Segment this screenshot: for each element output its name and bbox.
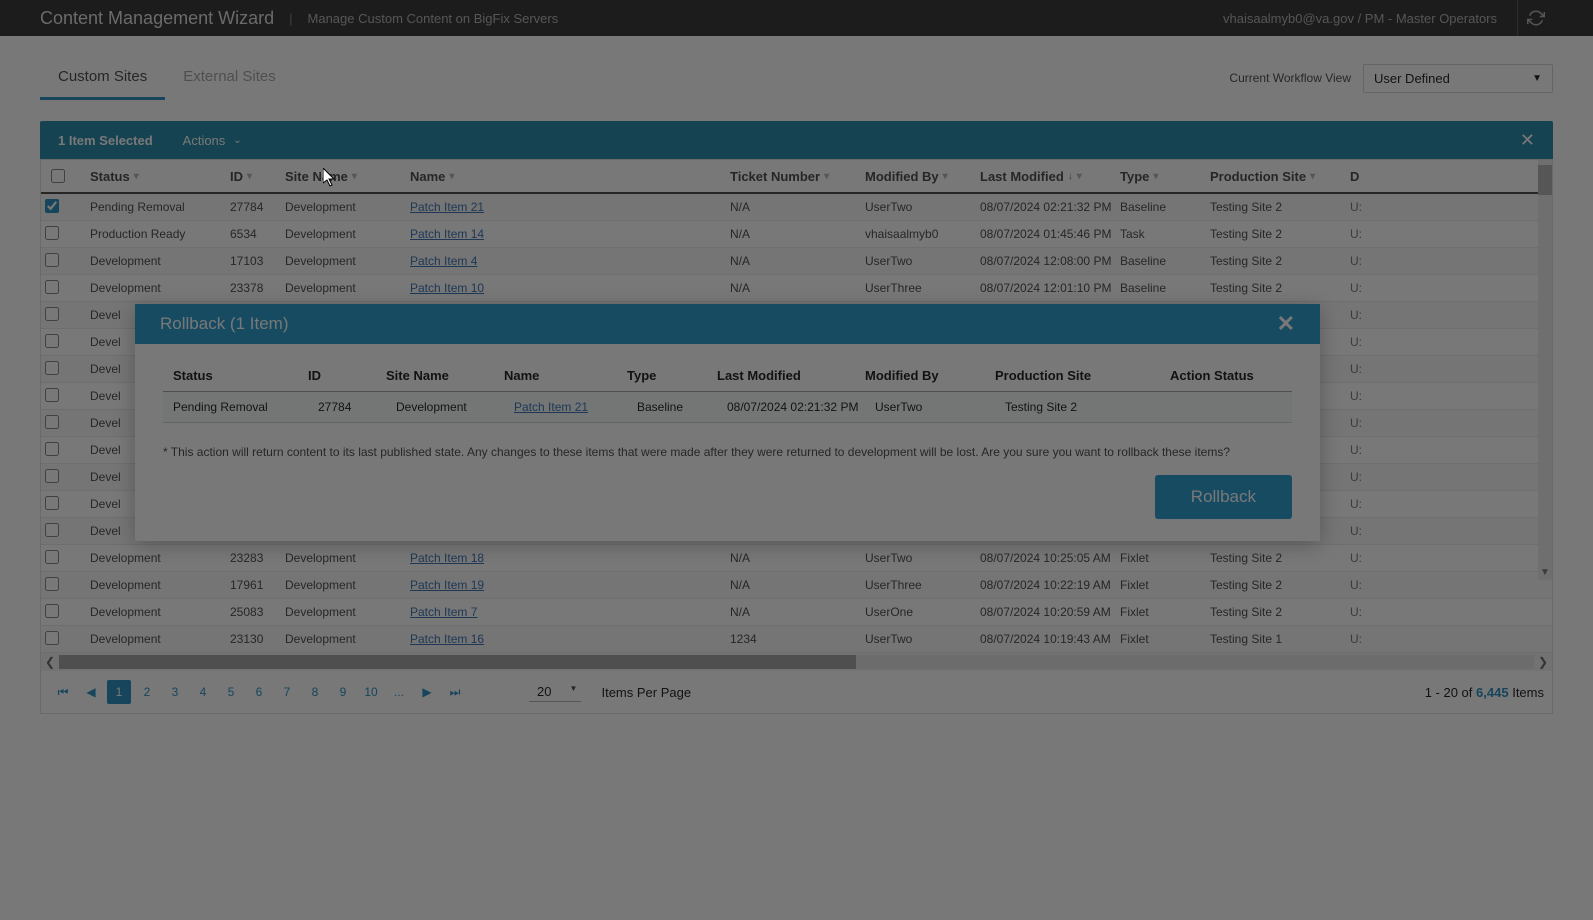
modal-overlay bbox=[0, 0, 1593, 920]
